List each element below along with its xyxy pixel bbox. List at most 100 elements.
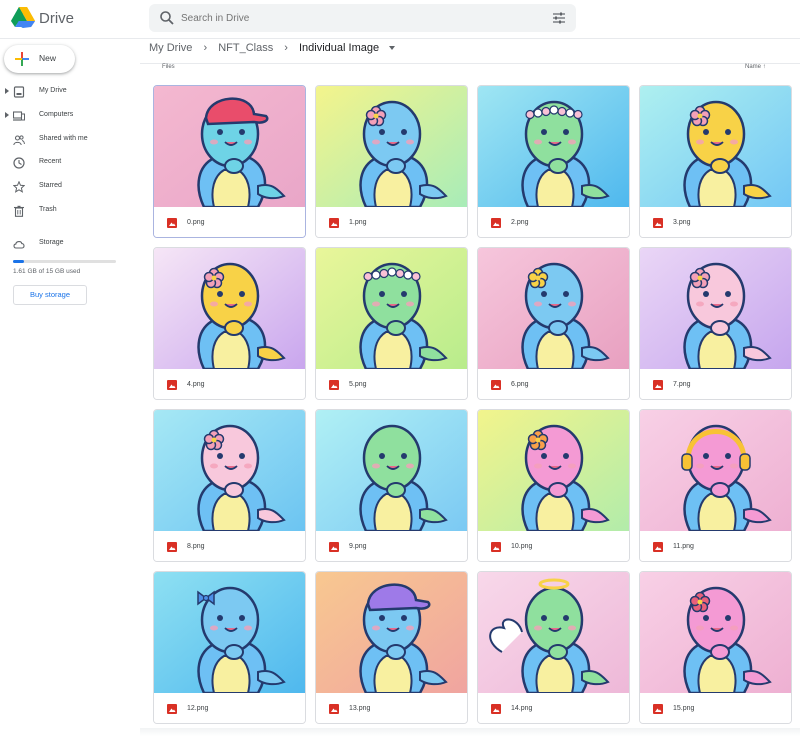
creature-artwork — [478, 86, 629, 207]
folder-dropdown-icon[interactable] — [389, 46, 396, 51]
file-thumbnail[interactable] — [640, 572, 791, 693]
file-thumbnail[interactable] — [154, 410, 305, 531]
file-name: 6.png — [511, 381, 529, 388]
file-card[interactable]: 1.png — [315, 85, 468, 238]
search-options-icon[interactable] — [552, 11, 566, 25]
file-card[interactable]: 4.png — [153, 247, 306, 400]
file-caption[interactable]: 0.png — [154, 207, 305, 237]
sort-arrow-icon[interactable]: ↑ — [763, 64, 766, 70]
creature-artwork — [640, 86, 791, 207]
search-box[interactable] — [149, 4, 576, 32]
creature-artwork — [640, 572, 791, 693]
file-thumbnail[interactable] — [478, 410, 629, 531]
file-thumbnail[interactable] — [316, 86, 467, 207]
file-name: 2.png — [511, 219, 529, 226]
breadcrumb-my-drive[interactable]: My Drive — [149, 42, 192, 54]
file-thumbnail[interactable] — [640, 248, 791, 369]
file-thumbnail[interactable] — [478, 572, 629, 693]
clock-icon — [13, 157, 25, 169]
file-thumbnail[interactable] — [154, 86, 305, 207]
expand-caret-icon[interactable] — [5, 112, 9, 118]
sidebar-item-label: My Drive — [39, 87, 67, 94]
file-caption[interactable]: 3.png — [640, 207, 791, 237]
file-caption[interactable]: 11.png — [640, 531, 791, 561]
file-card[interactable]: 11.png — [639, 409, 792, 562]
file-name: 14.png — [511, 705, 533, 712]
sidebar-item-shared-with-me[interactable]: Shared with me — [0, 130, 140, 150]
file-thumbnail[interactable] — [154, 248, 305, 369]
file-caption[interactable]: 10.png — [478, 531, 629, 561]
file-caption[interactable]: 13.png — [316, 693, 467, 723]
creature-artwork — [316, 572, 467, 693]
buy-storage-button[interactable]: Buy storage — [13, 285, 87, 305]
image-file-icon — [167, 704, 177, 714]
file-thumbnail[interactable] — [478, 86, 629, 207]
creature-artwork — [640, 410, 791, 531]
sidebar-item-starred[interactable]: Starred — [0, 177, 140, 197]
image-file-icon — [653, 704, 663, 714]
file-caption[interactable]: 8.png — [154, 531, 305, 561]
chevron-right-icon: › — [284, 42, 288, 55]
file-caption[interactable]: 1.png — [316, 207, 467, 237]
file-thumbnail[interactable] — [316, 410, 467, 531]
file-card[interactable]: 6.png — [477, 247, 630, 400]
sidebar-item-label: Starred — [39, 182, 62, 189]
my-drive-icon — [13, 86, 25, 98]
file-thumbnail[interactable] — [154, 572, 305, 693]
file-caption[interactable]: 5.png — [316, 369, 467, 399]
search-input[interactable] — [181, 8, 531, 28]
file-caption[interactable]: 15.png — [640, 693, 791, 723]
file-caption[interactable]: 9.png — [316, 531, 467, 561]
breadcrumb-current-folder[interactable]: Individual Image — [299, 42, 379, 54]
file-card[interactable]: 9.png — [315, 409, 468, 562]
file-name: 13.png — [349, 705, 371, 712]
image-file-icon — [491, 218, 501, 228]
files-section-label: Files — [162, 64, 175, 70]
shared-icon — [13, 135, 25, 146]
new-button[interactable]: New — [4, 45, 75, 73]
file-card[interactable]: 14.png — [477, 571, 630, 724]
sidebar: New My Drive Computers Shared with me Re… — [0, 39, 140, 736]
file-caption[interactable]: 6.png — [478, 369, 629, 399]
file-caption[interactable]: 7.png — [640, 369, 791, 399]
creature-artwork — [478, 572, 629, 693]
file-card[interactable]: 5.png — [315, 247, 468, 400]
file-thumbnail[interactable] — [316, 248, 467, 369]
sidebar-item-computers[interactable]: Computers — [0, 106, 140, 126]
file-card[interactable]: 2.png — [477, 85, 630, 238]
file-caption[interactable]: 2.png — [478, 207, 629, 237]
file-card[interactable]: 8.png — [153, 409, 306, 562]
file-caption[interactable]: 12.png — [154, 693, 305, 723]
file-name: 9.png — [349, 543, 367, 550]
file-thumbnail[interactable] — [640, 86, 791, 207]
file-name: 11.png — [673, 543, 694, 550]
file-caption[interactable]: 14.png — [478, 693, 629, 723]
drive-logo-icon[interactable] — [10, 6, 36, 28]
file-thumbnail[interactable] — [640, 410, 791, 531]
expand-caret-icon[interactable] — [5, 88, 9, 94]
sidebar-item-storage[interactable]: Storage — [0, 234, 140, 254]
storage-progress-fill — [13, 260, 25, 263]
search-icon[interactable] — [159, 10, 175, 26]
file-card[interactable]: 12.png — [153, 571, 306, 724]
sidebar-item-my-drive[interactable]: My Drive — [0, 82, 140, 102]
file-card[interactable]: 15.png — [639, 571, 792, 724]
sidebar-item-trash[interactable]: Trash — [0, 201, 140, 221]
sidebar-item-recent[interactable]: Recent — [0, 153, 140, 173]
creature-artwork — [154, 86, 305, 207]
sort-by-name-button[interactable]: Name ↑ — [745, 64, 766, 70]
image-file-icon — [653, 380, 663, 390]
file-thumbnail[interactable] — [478, 248, 629, 369]
file-card[interactable]: 0.png — [153, 85, 306, 238]
file-card[interactable]: 7.png — [639, 247, 792, 400]
file-card[interactable]: 3.png — [639, 85, 792, 238]
app-title[interactable]: Drive — [39, 10, 74, 27]
file-card[interactable]: 13.png — [315, 571, 468, 724]
new-button-label: New — [39, 53, 57, 63]
file-thumbnail[interactable] — [316, 572, 467, 693]
breadcrumb-nft-class[interactable]: NFT_Class — [218, 42, 273, 54]
file-card[interactable]: 10.png — [477, 409, 630, 562]
file-name: 10.png — [511, 543, 533, 550]
storage-progress-bar — [13, 260, 116, 263]
file-caption[interactable]: 4.png — [154, 369, 305, 399]
